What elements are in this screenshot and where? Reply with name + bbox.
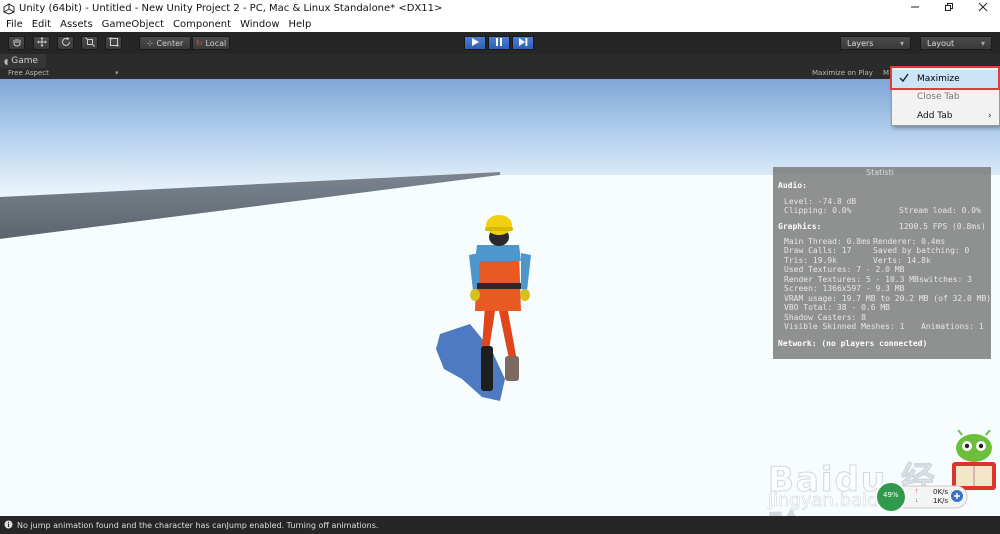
chevron-down-icon: ▾ [980,38,985,48]
stats-vbo: VBO Total: 38 - 0.6 MB [784,303,890,312]
scale-tool-button[interactable] [81,36,98,50]
net-percent: 49% [883,491,899,499]
step-icon [518,34,528,52]
play-icon [470,34,480,52]
minimize-icon [910,2,920,15]
tab-bar: ◖ Game [0,54,1000,68]
menu-item-close-tab-label: Close Tab [917,92,960,102]
maximize-button[interactable] [932,0,966,17]
net-up: 0K/s [933,488,949,496]
network-speed-widget[interactable]: 49% ↑ ↓ 0K/s 1K/s [875,480,970,513]
menu-help[interactable]: Help [289,19,312,30]
chevron-right-icon: › [988,111,992,121]
stats-main-thread: Main Thread: 0.8ms [784,237,871,246]
arrow-up-icon: ↑ [915,488,919,495]
stats-saved-batching: Saved by batching: 0 [873,246,970,255]
stats-switches: switches: 3 [919,275,972,284]
net-down: 1K/s [933,497,949,505]
rotate-tool-button[interactable] [57,36,74,50]
menu-window[interactable]: Window [240,19,279,30]
stats-tris: Tris: 19.9k [784,256,837,265]
layers-label: Layers [847,38,874,48]
title-bar: Unity (64bit) - Untitled - New Unity Pro… [0,0,1000,17]
game-controller-icon: ◖ [4,56,9,66]
hand-tool-button[interactable] [8,36,25,50]
move-tool-button[interactable] [33,36,50,50]
pivot-space-toggle[interactable]: ↻ Local [192,36,230,50]
minimize-button[interactable] [898,0,932,17]
stats-header: Statisti [866,168,895,177]
status-message: No jump animation found and the characte… [17,520,379,530]
pivot-label: Center [156,38,184,48]
close-icon [978,2,988,15]
layout-label: Layout [927,38,955,48]
stats-used-textures: Used Textures: 7 - 2.0 MB [784,265,905,274]
close-button[interactable] [966,0,1000,17]
stats-vram: VRAM usage: 19.7 MB to 20.2 MB (of 32.0 … [784,294,992,303]
player-character [469,215,531,391]
stats-graphics-heading: Graphics: [778,222,822,231]
chevron-down-icon: ▾ [115,70,119,77]
toolbar: ⊹ Center ↻ Local Layers ▾ Layout ▾ [0,32,1000,54]
menu-component[interactable]: Component [173,19,231,30]
menu-gameobject[interactable]: GameObject [102,19,164,30]
stats-shadow-casters: Shadow Casters: 8 [784,313,866,322]
menu-item-add-tab-label: Add Tab [917,111,953,121]
space-icon: ↻ [195,38,203,48]
window-title: Unity (64bit) - Untitled - New Unity Pro… [19,3,443,14]
unity-editor-window: Unity (64bit) - Untitled - New Unity Pro… [0,0,1000,534]
maximize-on-play-toggle[interactable]: Maximize on Play [812,69,873,77]
step-button[interactable] [512,36,534,50]
pause-icon [494,34,504,52]
menu-assets[interactable]: Assets [60,19,93,30]
stats-fps: 1200.5 FPS (0.8ms) [899,222,986,231]
chevron-down-icon: ▾ [899,38,904,48]
pivot-center-toggle[interactable]: ⊹ Center [139,36,191,50]
stats-render-textures: Render Textures: 5 - 10.3 MB [784,275,919,284]
layers-dropdown[interactable]: Layers ▾ [840,36,911,50]
menu-edit[interactable]: Edit [32,19,51,30]
game-viewport[interactable]: Statisti Audio: Level: -74.8 dB Clipping… [0,79,1000,516]
info-icon [4,516,13,534]
pivot-icon: ⊹ [146,38,154,48]
rotate-icon [61,34,71,52]
move-arrows-icon [36,34,47,52]
annotation-highlight-box [890,66,1000,90]
tab-game[interactable]: ◖ Game [0,54,46,68]
stats-screen: Screen: 1366x597 - 9.3 MB [784,284,905,293]
layout-dropdown[interactable]: Layout ▾ [920,36,992,50]
stats-audio-heading: Audio: [778,181,807,190]
stats-draw-calls: Draw Calls: 17 [784,246,852,255]
stats-stream-load: Stream load: 0.0% [899,206,981,215]
rect-tool-icon [109,34,119,52]
stats-verts: Verts: 14.8k [873,256,931,265]
statistics-panel: Statisti Audio: Level: -74.8 dB Clipping… [773,167,991,359]
stats-clipping: Clipping: 0.0% [784,206,852,215]
unity-logo-icon [2,2,16,16]
restore-icon [944,2,954,15]
arrow-down-icon: ↓ [915,497,919,504]
menu-bar: File Edit Assets GameObject Component Wi… [0,17,1000,32]
game-view-toolbar: Free Aspect ▾ Maximize on Play M [0,68,1000,79]
space-label: Local [205,38,227,48]
stats-level: Level: -74.8 dB [784,197,857,206]
menu-file[interactable]: File [6,19,23,30]
menu-item-add-tab[interactable]: Add Tab › [892,107,999,125]
mute-audio-toggle[interactable]: M [883,69,889,77]
scale-icon [84,34,95,52]
stats-renderer: Renderer: 0.4ms [873,237,946,246]
pause-button[interactable] [488,36,510,50]
play-button[interactable] [464,36,486,50]
stats-animations: Animations: 1 [921,322,984,331]
stats-network: Network: (no players connected) [778,339,928,348]
tab-game-label: Game [11,56,39,66]
status-bar: No jump animation found and the characte… [0,516,1000,534]
stats-skinned-meshes: Visible Skinned Meshes: 1 [784,322,905,331]
menu-item-close-tab[interactable]: Close Tab [892,88,999,106]
rect-tool-button[interactable] [105,36,122,50]
hand-icon [12,34,22,52]
aspect-dropdown[interactable]: Free Aspect [8,69,49,77]
